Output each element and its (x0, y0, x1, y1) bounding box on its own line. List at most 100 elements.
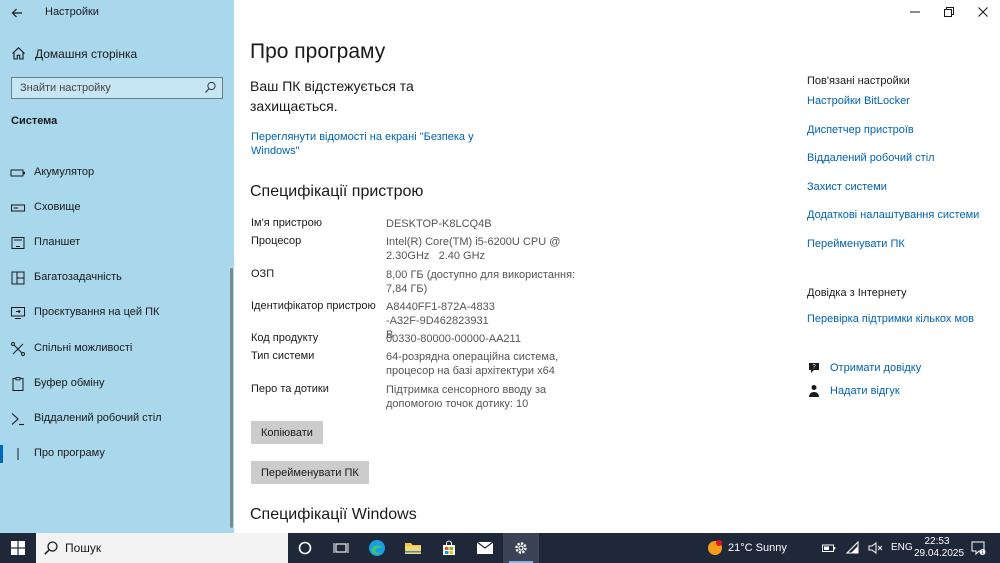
settings-taskbar-button[interactable] (503, 533, 539, 563)
app-title: Настройки (45, 6, 99, 18)
settings-icon (515, 542, 527, 554)
mail-button[interactable] (467, 533, 503, 563)
taskbar-search-label: Пошук (65, 541, 102, 555)
wifi-icon (845, 540, 859, 554)
info-icon (17, 448, 19, 460)
minimize-icon (910, 11, 920, 13)
taskbar-search-box[interactable]: Пошук (36, 533, 288, 563)
page-title: Про програму (250, 40, 386, 63)
close-icon (978, 7, 988, 17)
notification-center-button[interactable]: 1 (970, 540, 986, 561)
home-label: Домашня сторінка (35, 47, 138, 61)
file-explorer-button[interactable] (395, 533, 431, 563)
battery-tray-icon (822, 544, 836, 552)
search-icon (44, 541, 58, 555)
sidebar-item-clipboard[interactable]: Буфер обміну (0, 369, 230, 399)
spec-value: Intel(R) Core(TM) i5-6200U CPU @ 2.30GHz… (386, 236, 564, 262)
sidebar-item-label: Віддалений робочий стіл (34, 412, 162, 424)
sidebar-item-shared-experiences[interactable]: Спільні можливості (0, 334, 230, 364)
sidebar-item-label: Про програму (34, 447, 105, 459)
spec-value: 8,00 ГБ (доступно для використання: 7,84… (386, 269, 576, 295)
sidebar-item-label: Проєктування на цей ПК (34, 306, 160, 318)
weather-text: 21°C Sunny (728, 542, 787, 554)
back-button[interactable] (0, 0, 34, 26)
sidebar-item-projecting[interactable]: Проєктування на цей ПК (0, 298, 230, 328)
projecting-icon (11, 307, 25, 319)
home-link[interactable]: Домашня сторінка (0, 42, 234, 66)
store-icon (443, 540, 455, 555)
bitlocker-link[interactable]: Настройки BitLocker (807, 95, 910, 107)
restore-icon (944, 7, 954, 17)
store-button[interactable] (431, 533, 467, 563)
sidebar-item-multitasking[interactable]: Багатозадачність (0, 263, 230, 293)
svg-text:1: 1 (981, 550, 984, 556)
spec-label: ОЗП (251, 268, 275, 280)
start-button[interactable] (0, 533, 36, 563)
clock-date: 29.04.2025 (914, 548, 965, 559)
minimize-button[interactable] (898, 0, 932, 24)
feedback-icon (809, 385, 819, 397)
restore-button[interactable] (932, 0, 966, 24)
cortana-button[interactable] (287, 533, 323, 563)
device-specs-heading: Специфікації пристрою (250, 183, 424, 200)
remote-desktop-link[interactable]: Віддалений робочий стіл (807, 152, 935, 164)
spec-label: Тип системи (251, 350, 315, 362)
multi-language-support-link[interactable]: Перевірка підтримки кількох мов (807, 313, 974, 325)
get-help-label: Отримати довідку (830, 362, 922, 374)
windows-logo-icon (11, 541, 25, 555)
search-icon[interactable] (204, 81, 217, 94)
copy-button[interactable]: Копіювати (251, 421, 323, 444)
sidebar-item-remote-desktop[interactable]: Віддалений робочий стіл (0, 404, 230, 434)
sidebar: Настройки Домашня сторінка Система Акуму… (0, 0, 234, 533)
edge-icon (369, 540, 385, 556)
rename-pc-button[interactable]: Перейменувати ПК (251, 461, 369, 484)
advanced-system-settings-link[interactable]: Додаткові налаштування системи (807, 209, 979, 221)
battery-icon (10, 169, 25, 177)
battery-tray-button[interactable] (821, 540, 837, 556)
windows-specs-heading: Специфікації Windows (250, 506, 417, 523)
clock-time: 22:53 (924, 536, 950, 547)
spec-value: 00330-80000-00000-AA211 (386, 333, 521, 345)
sidebar-item-label: Спільні можливості (34, 342, 133, 354)
system-protection-link[interactable]: Захист системи (807, 181, 887, 193)
settings-search-input[interactable] (12, 78, 198, 98)
language-indicator[interactable]: ENG (891, 542, 913, 553)
multitasking-icon (11, 271, 25, 285)
sun-icon (708, 540, 722, 555)
spec-label: Код продукту (251, 332, 319, 344)
sidebar-item-label: Сховище (34, 201, 81, 213)
section-label: Система (11, 115, 58, 127)
sidebar-scrollbar[interactable] (230, 268, 233, 528)
sidebar-item-label: Акумулятор (34, 166, 95, 178)
spec-label: Процесор (251, 235, 302, 247)
rename-pc-link[interactable]: Перейменувати ПК (807, 238, 905, 250)
main-content: Про програму Ваш ПК відстежується та зах… (234, 0, 1000, 533)
file-explorer-icon (405, 543, 421, 554)
mail-icon (476, 541, 494, 554)
spec-value: Підтримка сенсорного вводу за допомогою … (386, 384, 547, 410)
task-view-icon (333, 543, 349, 553)
sidebar-item-about[interactable]: Про програму (0, 439, 230, 469)
sidebar-item-battery[interactable]: Акумулятор (0, 158, 230, 188)
sidebar-item-storage[interactable]: Сховище (0, 193, 230, 223)
device-manager-link[interactable]: Диспетчер пристроїв (807, 124, 914, 136)
task-view-button[interactable] (323, 533, 359, 563)
volume-tray-button[interactable] (867, 540, 883, 556)
remote-desktop-icon (11, 413, 24, 426)
shared-experiences-icon (11, 342, 25, 356)
network-tray-button[interactable] (845, 540, 861, 556)
spec-value: DESKTOP-K8LCQ4B (386, 218, 492, 230)
windows-security-link[interactable]: Переглянути відомості на екрані "Безпека… (251, 130, 476, 158)
feedback-label: Надати відгук (830, 385, 900, 397)
edge-button[interactable] (359, 533, 395, 563)
volume-muted-icon (868, 542, 883, 554)
spec-label: Ім'я пристрою (251, 217, 322, 229)
clock[interactable]: 22:53 29.04.2025 (914, 536, 965, 560)
related-settings-heading: Пов'язані настройки (807, 75, 910, 87)
home-icon (12, 47, 25, 60)
settings-search-box[interactable] (11, 77, 223, 99)
sidebar-item-tablet[interactable]: Планшет (0, 228, 230, 258)
storage-icon (11, 204, 25, 212)
close-button[interactable] (966, 0, 1000, 24)
clipboard-icon (12, 377, 24, 391)
